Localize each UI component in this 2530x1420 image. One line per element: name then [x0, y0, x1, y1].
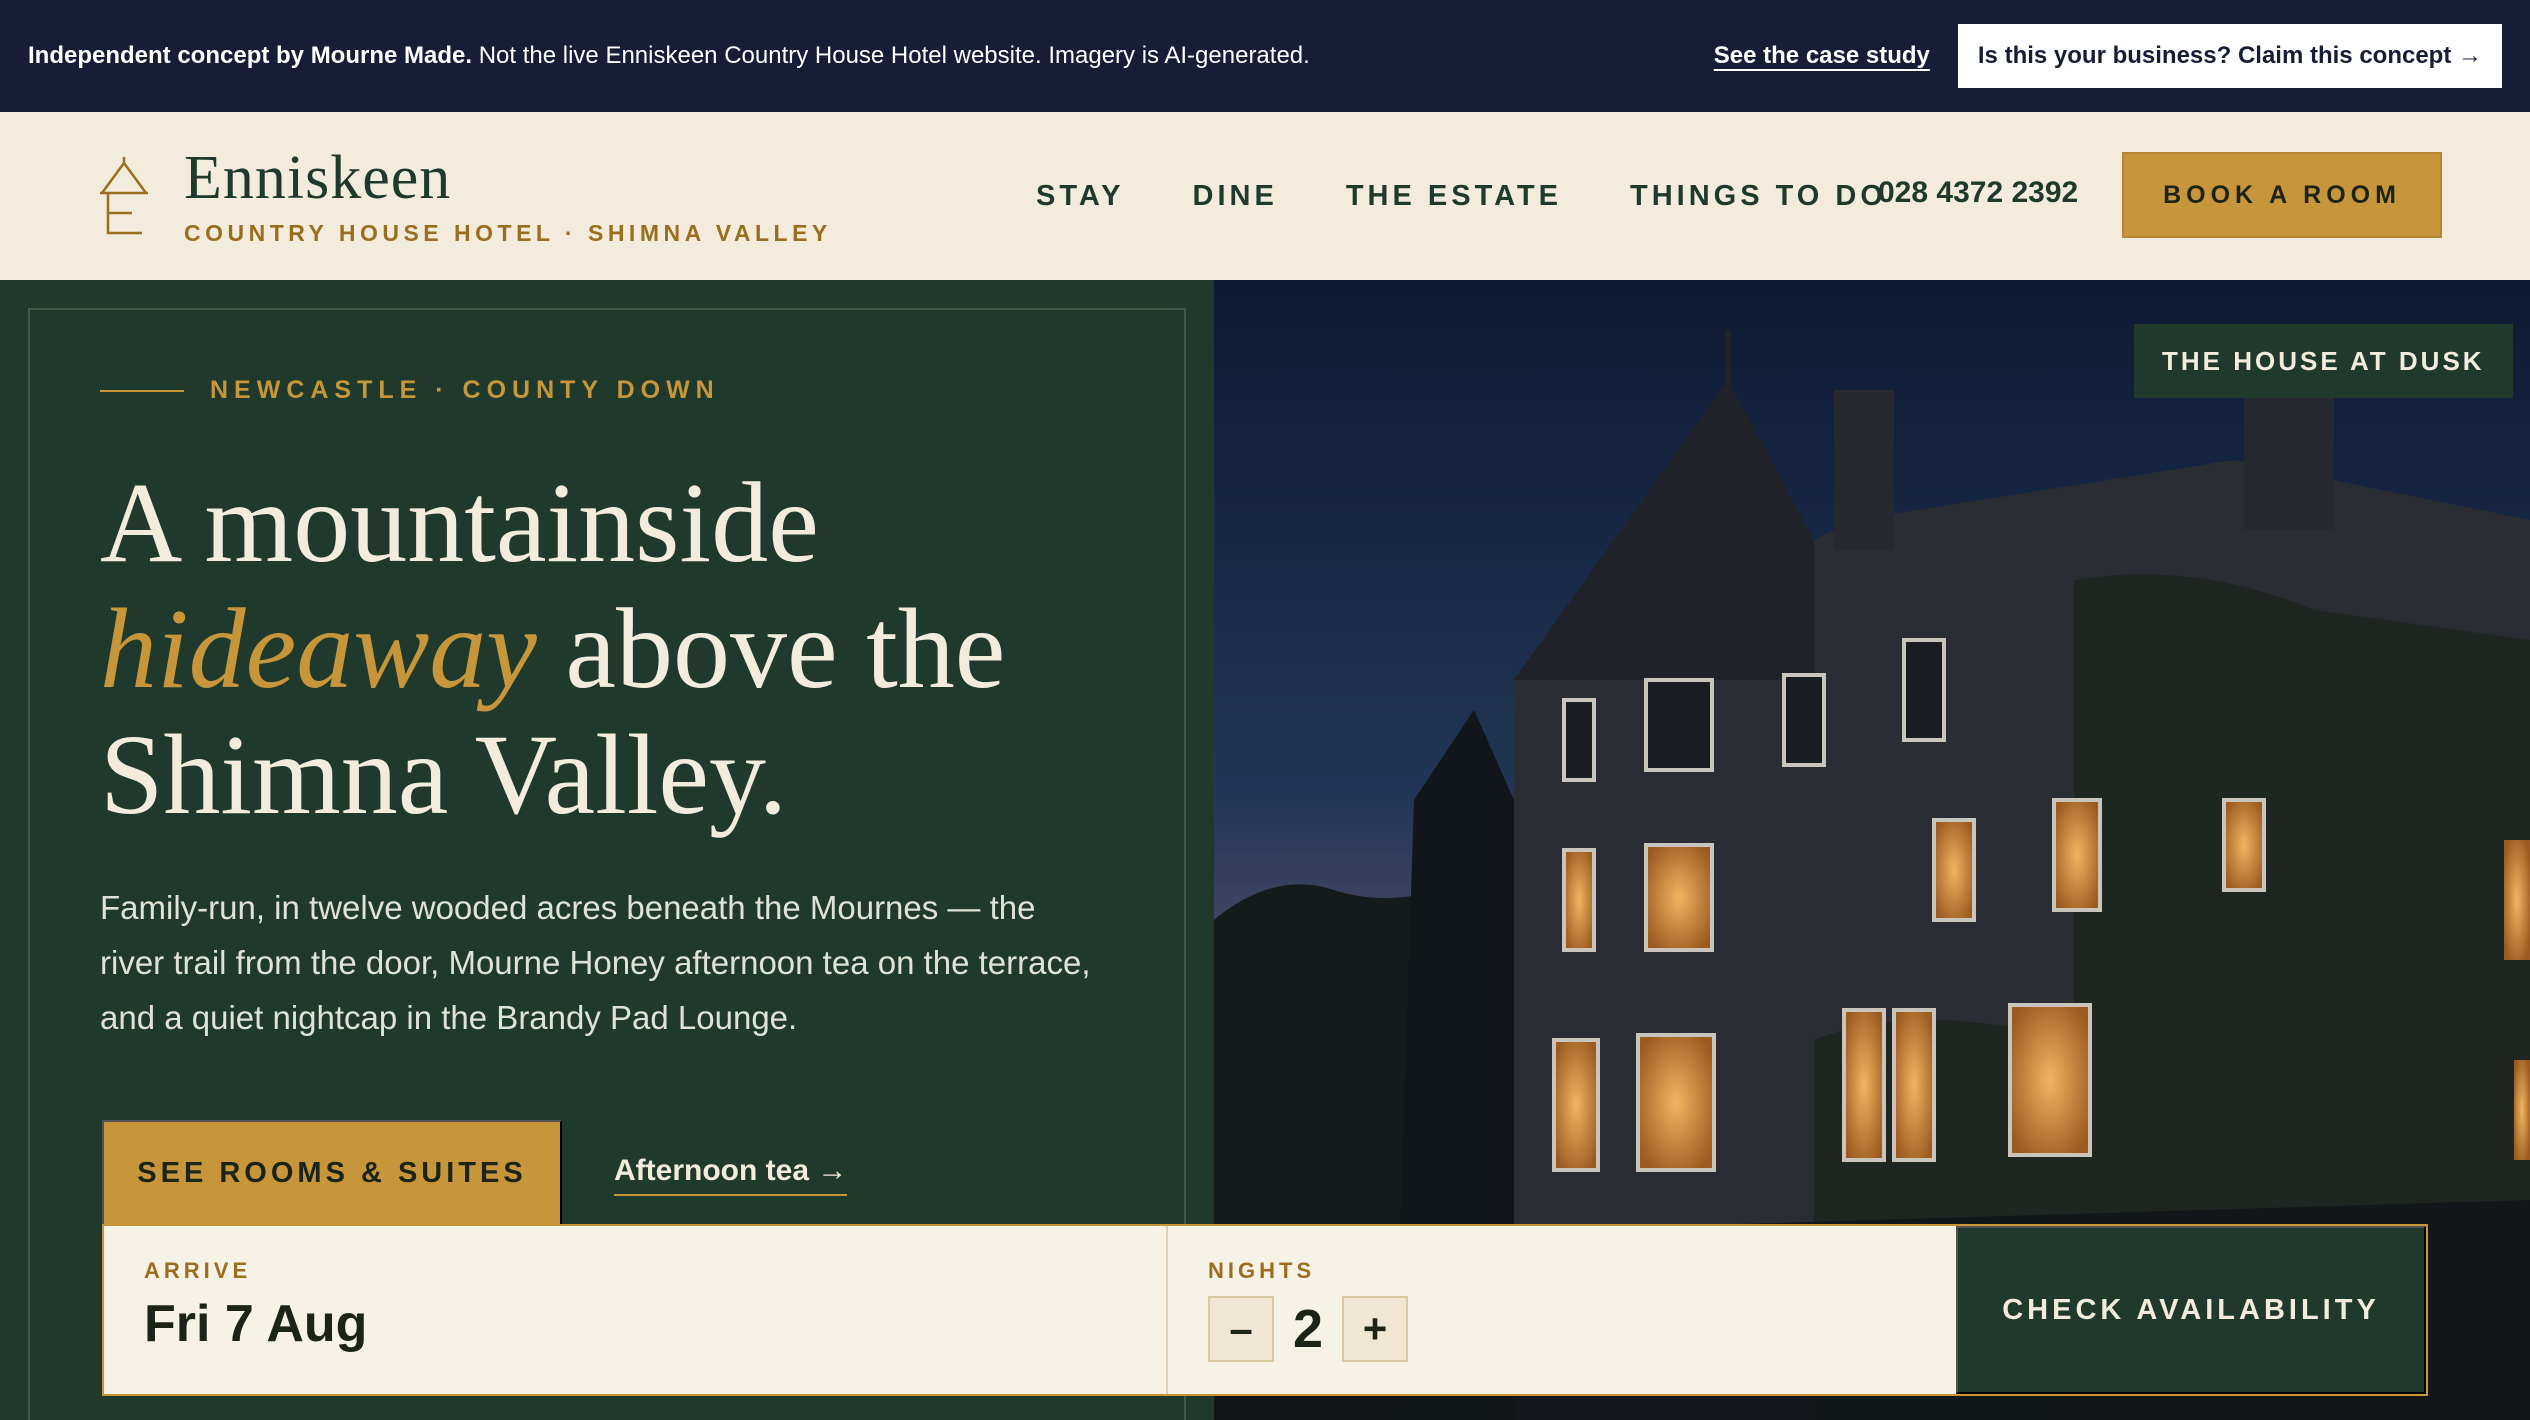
eyebrow-rule [100, 389, 184, 392]
brand-logo[interactable]: Enniskeen COUNTRY HOUSE HOTEL · SHIMNA V… [98, 146, 938, 247]
eyebrow-text: NEWCASTLE · COUNTY DOWN [210, 376, 720, 404]
nav-dine[interactable]: DINE [1193, 180, 1278, 213]
claim-concept-button[interactable]: Is this your business? Claim this concep… [1957, 24, 2502, 88]
headline-line1: A mountainside [100, 459, 819, 586]
brand-name: Enniskeen [184, 143, 452, 212]
arrive-date-field[interactable]: ARRIVE Fri 7 Aug [104, 1226, 1168, 1394]
nights-field: NIGHTS – 2 + [1168, 1226, 1956, 1394]
disclaimer-bold: Independent concept by Mourne Made. [28, 42, 473, 69]
brand-subtitle: COUNTRY HOUSE HOTEL · SHIMNA VALLEY [184, 219, 832, 246]
check-availability-button[interactable]: CHECK AVAILABILITY [1956, 1226, 2426, 1394]
site-header: Enniskeen COUNTRY HOUSE HOTEL · SHIMNA V… [0, 112, 2530, 280]
increase-nights-button[interactable]: + [1342, 1296, 1408, 1362]
disclaimer-text: Independent concept by Mourne Made. Not … [28, 42, 1714, 70]
disclaimer-body: Not the live Enniskeen Country House Hot… [472, 42, 1310, 69]
image-caption-tag: THE HOUSE AT DUSK [2134, 324, 2513, 398]
concept-disclaimer-banner: Independent concept by Mourne Made. Not … [0, 0, 2530, 112]
book-room-button[interactable]: BOOK A ROOM [2122, 152, 2442, 238]
headline-highlight: hideaway [100, 585, 537, 712]
house-logo-icon [100, 157, 148, 235]
nights-stepper: – 2 + [1208, 1296, 1956, 1362]
headline-line2: above the [536, 585, 1006, 712]
arrive-value: Fri 7 Aug [144, 1295, 368, 1353]
afternoon-tea-link[interactable]: Afternoon tea → [614, 1154, 848, 1196]
nights-value: 2 [1292, 1299, 1324, 1359]
main-nav: STAY DINE THE ESTATE THINGS TO DO [1036, 180, 1887, 213]
booking-widget: ARRIVE Fri 7 Aug NIGHTS – 2 + CHECK AVAI… [102, 1224, 2428, 1396]
hero-description: Family-run, in twelve wooded acres benea… [100, 889, 1091, 1036]
decrease-nights-button[interactable]: – [1208, 1296, 1274, 1362]
headline-line3: Shimna Valley. [100, 711, 788, 838]
nav-stay[interactable]: STAY [1036, 180, 1125, 213]
nav-things-to-do[interactable]: THINGS TO DO [1630, 180, 1887, 213]
arrive-label: ARRIVE [144, 1258, 252, 1283]
phone-number[interactable]: 028 4372 2392 [1878, 176, 2078, 210]
case-study-link[interactable]: See the case study [1714, 42, 1930, 70]
hero-headline: A mountainside hideaway above the Shimna… [100, 460, 1160, 838]
nights-label: NIGHTS [1208, 1258, 1316, 1283]
see-rooms-button[interactable]: SEE ROOMS & SUITES [102, 1120, 562, 1226]
nav-the-estate[interactable]: THE ESTATE [1346, 180, 1562, 213]
location-eyebrow: NEWCASTLE · COUNTY DOWN [100, 376, 720, 405]
